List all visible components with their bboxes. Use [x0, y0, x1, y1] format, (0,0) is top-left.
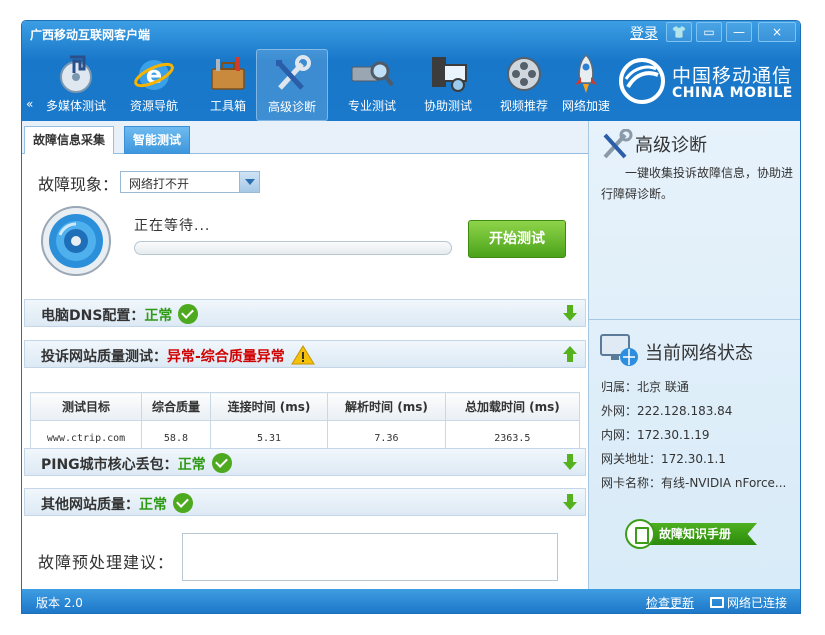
tab-fault-collection[interactable]: 故障信息采集: [24, 126, 115, 154]
sidebar-divider: [589, 319, 800, 320]
computer-assist-icon: [432, 57, 467, 92]
other-sites-section[interactable]: 其他网站质量：正常: [24, 488, 586, 516]
computer-icon: [710, 597, 724, 608]
brand-name-en: CHINA MOBILE: [672, 85, 793, 101]
info-wan-ip: 外网：222.128.183.84: [601, 404, 733, 418]
advanced-diagnosis-title: 高级诊断: [635, 135, 707, 156]
main-toolbar: « 多媒体测试 e 资源导航 工具箱 高级诊断 专业测试 协助测试 视频推荐 网…: [22, 45, 622, 121]
app-title: 广西移动互联网客户端: [30, 28, 151, 42]
table-header: 连接时间 (ms): [209, 392, 329, 421]
brand-name-cn: 中国移动通信: [672, 65, 793, 87]
toolbar-label: 资源导航: [129, 99, 178, 113]
check-circle-icon: [211, 453, 232, 473]
toolbar-label: 多媒体测试: [45, 99, 106, 113]
dns-status: 正常: [144, 308, 173, 324]
check-circle-icon: [178, 304, 199, 324]
other-sites-label: 其他网站质量：正常: [41, 493, 193, 515]
ping-section[interactable]: PING城市核心丢包：正常: [24, 448, 586, 476]
ping-label: PING城市核心丢包：正常: [41, 453, 232, 475]
diagnosis-disc-icon: [41, 206, 111, 276]
app-window: 广西移动互联网客户端 登录 👕 ▭ — × « 多媒体测试 e 资源导航 工具箱…: [21, 20, 801, 614]
advice-textbox[interactable]: [182, 533, 558, 581]
china-mobile-emblem-icon: [619, 58, 665, 104]
menu-button[interactable]: ▭: [696, 22, 722, 42]
fault-manual-button[interactable]: 故障知识手册: [625, 519, 759, 549]
dns-config-label: 电脑DNS配置：正常: [41, 304, 199, 326]
expand-arrow-down-icon[interactable]: [563, 305, 577, 321]
toolbar-multimedia-test[interactable]: 多媒体测试: [40, 49, 112, 121]
warning-icon: [290, 345, 315, 365]
toolbar-label: 高级诊断: [267, 100, 316, 114]
other-sites-status: 正常: [139, 497, 167, 513]
info-nic: 网卡名称：有线-NVIDIA nForce...: [601, 476, 787, 490]
expand-arrow-down-icon[interactable]: [563, 454, 577, 470]
complaint-site-label: 投诉网站质量测试：异常-综合质量异常: [41, 345, 315, 367]
skin-button[interactable]: 👕: [666, 22, 692, 42]
tab-bar: 故障信息采集 智能测试: [22, 121, 588, 154]
check-update-link[interactable]: 检查更新: [646, 594, 694, 611]
close-button[interactable]: ×: [758, 22, 796, 42]
ping-status: 正常: [177, 457, 206, 473]
symptom-row: 故障现象： 网络打不开: [38, 171, 260, 195]
fault-manual-label: 故障知识手册: [639, 523, 757, 545]
wrench-screwdriver-icon: [603, 129, 633, 159]
info-gateway: 网关地址：172.30.1.1: [601, 452, 726, 466]
toolbar-label: 专业测试: [347, 99, 396, 113]
check-circle-icon: [173, 493, 193, 513]
complaint-site-section[interactable]: 投诉网站质量测试：异常-综合质量异常: [24, 340, 586, 368]
symptom-select-value: 网络打不开: [129, 177, 190, 191]
toolbar-label: 工具箱: [209, 99, 246, 113]
advice-label: 故障预处理建议：: [38, 553, 175, 572]
symptom-label: 故障现象：: [38, 175, 119, 194]
browser-e-icon: e: [134, 60, 174, 90]
table-header: 总加载时间 (ms): [444, 392, 581, 421]
toolbar-label: 协助测试: [423, 99, 472, 113]
advanced-diagnosis-description: 一键收集投诉故障信息，协助进行障碍诊断。: [601, 166, 794, 201]
table-header-row: 测试目标 综合质量 连接时间 (ms) 解析时间 (ms) 总加载时间 (ms): [29, 392, 581, 421]
login-link[interactable]: 登录: [630, 23, 658, 43]
minimize-button[interactable]: —: [726, 22, 752, 42]
toolbar-toolbox[interactable]: 工具箱: [192, 49, 264, 121]
info-sidebar: 高级诊断 一键收集投诉故障信息，协助进行障碍诊断。 当前网络状态 归属：北京 联…: [588, 121, 800, 589]
toolbar-resource-nav[interactable]: e 资源导航: [118, 49, 190, 121]
network-status-title: 当前网络状态: [645, 343, 753, 364]
connection-status: 网络已连接: [710, 594, 787, 611]
info-location: 归属：北京 联通: [601, 380, 689, 394]
test-progress-bar: [134, 241, 452, 255]
toolbar-assist-test[interactable]: 协助测试: [412, 49, 484, 121]
complaint-site-status: 异常-综合质量异常: [167, 349, 285, 365]
title-bar: 广西移动互联网客户端 登录 👕 ▭ — × « 多媒体测试 e 资源导航 工具箱…: [22, 21, 800, 121]
rocket-icon: [575, 53, 597, 93]
table-header: 综合质量: [141, 392, 211, 421]
network-monitor-icon: [600, 334, 638, 366]
chevron-down-icon[interactable]: [239, 172, 259, 192]
film-reel-icon: [507, 57, 541, 91]
table-header: 测试目标: [29, 392, 143, 421]
table-header: 解析时间 (ms): [327, 392, 446, 421]
manual-book-icon: [625, 519, 655, 549]
dns-config-section[interactable]: 电脑DNS配置：正常: [24, 299, 586, 327]
start-test-button[interactable]: 开始测试: [468, 220, 566, 258]
toolbar-advanced-diagnosis[interactable]: 高级诊断: [256, 49, 328, 121]
tab-smart-test[interactable]: 智能测试: [124, 126, 191, 154]
toolbar-label: 网络加速: [561, 99, 610, 113]
test-status-text: 正在等待...: [134, 218, 211, 234]
expand-arrow-down-icon[interactable]: [563, 494, 577, 510]
toolbar-pro-test[interactable]: 专业测试: [336, 49, 408, 121]
complaint-results-table: 测试目标 综合质量 连接时间 (ms) 解析时间 (ms) 总加载时间 (ms)…: [29, 392, 581, 456]
china-mobile-logo: 中国移动通信 CHINA MOBILE: [618, 57, 798, 113]
wrench-screwdriver-icon: [276, 55, 311, 90]
diagnosis-panel: 故障信息采集 智能测试 故障现象： 网络打不开 正在等待... 开始测试 电脑D…: [22, 121, 588, 589]
toolbar-scroll-left-icon[interactable]: «: [26, 97, 33, 111]
toolbox-icon: [211, 57, 245, 90]
status-bar: 版本 2.0 检查更新 网络已连接: [22, 589, 800, 613]
info-lan-ip: 内网：172.30.1.19: [601, 428, 710, 442]
collapse-arrow-up-icon[interactable]: [563, 346, 577, 362]
symptom-select[interactable]: 网络打不开: [120, 171, 260, 193]
toolbar-network-accel[interactable]: 网络加速: [550, 49, 622, 121]
magnifier-device-icon: [351, 61, 394, 87]
music-disc-icon: [60, 55, 92, 93]
version-text: 版本 2.0: [36, 596, 83, 610]
